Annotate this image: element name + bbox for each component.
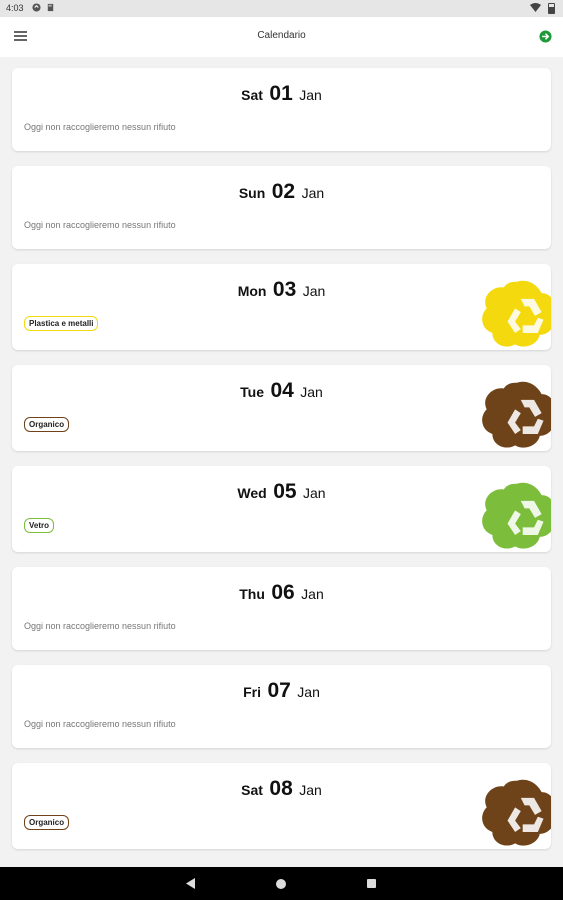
day-number: 07 (267, 679, 291, 702)
calendar-list: Sat 01 Jan Oggi non raccoglieremo nessun … (12, 68, 551, 864)
day-number: 05 (273, 480, 297, 503)
day-date: Mon 03 Jan (12, 278, 551, 302)
month-label: Jan (303, 485, 326, 501)
sd-card-icon (47, 3, 54, 12)
home-icon[interactable] (276, 879, 286, 889)
recycle-bin-icon (482, 482, 551, 549)
day-number: 06 (271, 581, 295, 604)
day-of-week: Mon (237, 283, 267, 299)
day-of-week: Sat (241, 87, 263, 103)
day-number: 04 (270, 379, 294, 402)
day-card[interactable]: Tue 04 Jan Organico (12, 365, 551, 451)
month-label: Jan (300, 384, 323, 400)
day-of-week: Tue (240, 384, 264, 400)
page-title: Calendario (257, 30, 306, 41)
waste-type-badge: Vetro (24, 518, 55, 533)
month-label: Jan (299, 782, 322, 798)
no-collection-message: Oggi non raccoglieremo nessun rifiuto (24, 122, 176, 132)
back-icon[interactable] (186, 878, 196, 889)
day-card[interactable]: Sat 08 Jan Organico (12, 763, 551, 849)
month-label: Jan (301, 185, 325, 201)
day-card[interactable]: Sat 01 Jan Oggi non raccoglieremo nessun … (12, 68, 551, 151)
day-card[interactable]: Wed 05 Jan Vetro (12, 466, 551, 552)
status-bar: 4:03 (0, 0, 563, 17)
day-date: Sat 01 Jan (12, 82, 551, 106)
day-card[interactable]: Thu 06 Jan Oggi non raccoglieremo nessun … (12, 567, 551, 650)
recycle-bin-icon (482, 280, 551, 347)
day-of-week: Thu (239, 586, 265, 602)
day-of-week: Wed (237, 485, 267, 501)
recycle-bin-icon (482, 381, 551, 448)
day-date: Sat 08 Jan (12, 777, 551, 801)
sync-icon (32, 3, 41, 12)
no-collection-message: Oggi non raccoglieremo nessun rifiuto (24, 621, 176, 631)
day-number: 03 (272, 278, 297, 301)
day-card[interactable]: Mon 03 Jan Plastica e metalli (12, 264, 551, 350)
day-date: Wed 05 Jan (12, 480, 551, 504)
day-of-week: Sat (241, 782, 263, 798)
day-date: Tue 04 Jan (12, 379, 551, 403)
no-collection-message: Oggi non raccoglieremo nessun rifiuto (24, 220, 176, 230)
waste-type-badge: Organico (24, 815, 70, 830)
recents-icon[interactable] (367, 879, 376, 888)
month-label: Jan (302, 283, 326, 299)
wifi-icon (530, 3, 541, 12)
month-label: Jan (299, 87, 322, 103)
month-label: Jan (297, 684, 320, 700)
day-of-week: Sun (238, 185, 266, 201)
day-card[interactable]: Fri 07 Jan Oggi non raccoglieremo nessun … (12, 665, 551, 748)
recycle-bin-icon (482, 779, 551, 846)
day-number: 02 (271, 180, 296, 203)
status-time: 4:03 (6, 3, 24, 13)
month-label: Jan (301, 586, 324, 602)
day-of-week: Fri (243, 684, 262, 700)
day-card[interactable]: Sun 02 Jan Oggi non raccoglieremo nessun … (12, 166, 551, 249)
battery-icon (548, 3, 555, 14)
day-number: 08 (269, 777, 293, 800)
waste-type-badge: Plastica e metalli (24, 316, 99, 331)
day-date: Sun 02 Jan (12, 180, 551, 204)
exit-icon[interactable] (539, 30, 552, 43)
day-date: Fri 07 Jan (12, 679, 551, 703)
app-bar: Calendario (0, 17, 563, 57)
no-collection-message: Oggi non raccoglieremo nessun rifiuto (24, 719, 176, 729)
day-number: 01 (269, 82, 293, 105)
day-date: Thu 06 Jan (12, 581, 551, 605)
waste-type-badge: Organico (24, 417, 70, 432)
system-nav-bar (0, 867, 563, 900)
